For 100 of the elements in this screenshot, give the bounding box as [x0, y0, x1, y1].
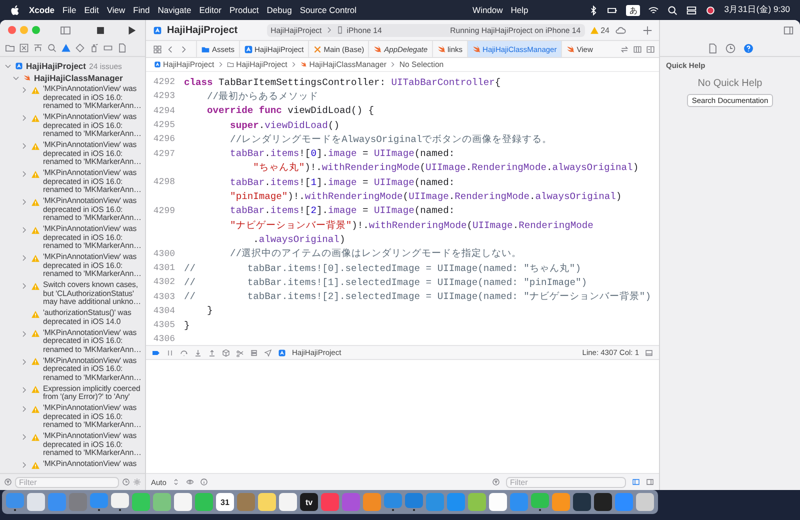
dock-app-icon[interactable] [594, 493, 612, 511]
warning-icon [31, 385, 40, 394]
control-center-icon[interactable] [686, 4, 698, 16]
hierarchy-icon[interactable] [33, 43, 43, 53]
code-line: // tabBar.items![1].selectedImage = UIImage(named: "pinImage") [184, 276, 588, 288]
cube-icon[interactable] [222, 348, 230, 356]
menu-item[interactable]: Debug [266, 5, 292, 15]
menu-item[interactable]: Help [510, 5, 528, 15]
pause-icon[interactable] [166, 348, 174, 356]
menu-item[interactable]: File [62, 5, 76, 15]
colored-circle-icon[interactable] [705, 4, 716, 16]
menu-bar-clock[interactable]: 3月31日(金) 9:30 [724, 4, 790, 16]
dock-app-icon[interactable]: tv [300, 493, 318, 511]
dock-app-icon[interactable]: 31 [216, 493, 234, 511]
inspector-toggle-icon[interactable] [783, 24, 794, 36]
code-line: tabBar.items![2].image = UIImage(named: [229, 205, 455, 216]
disclosure-chevron-icon[interactable] [20, 433, 28, 441]
dock-app-icon[interactable] [27, 493, 45, 511]
add-icon[interactable] [642, 24, 653, 36]
dock-app-icon[interactable] [489, 493, 507, 511]
step-out-icon[interactable] [208, 348, 216, 356]
step-over-icon[interactable] [180, 348, 188, 356]
filter-field[interactable]: Filter [506, 476, 626, 488]
disclosure-chevron-icon[interactable] [20, 386, 28, 394]
dock-app-icon[interactable] [573, 493, 591, 511]
disclosure-chevron-icon[interactable] [20, 86, 28, 94]
menu-item[interactable]: Editor [199, 5, 222, 15]
panel-toggle-icon[interactable] [645, 348, 653, 356]
project-name[interactable]: HajiHajiProject [26, 61, 86, 71]
dock-app-icon[interactable] [258, 493, 276, 511]
cloud-icon[interactable] [614, 24, 626, 36]
disclosure-chevron-icon[interactable] [20, 330, 28, 338]
stop-icon[interactable] [95, 24, 106, 36]
line-number: 4306 [152, 334, 175, 344]
apple-logo-icon[interactable] [10, 4, 21, 16]
app-project-icon [278, 348, 286, 356]
disclosure-chevron-icon[interactable] [20, 254, 28, 262]
warning-icon [31, 357, 40, 366]
close-window-button[interactable] [8, 26, 16, 34]
warning-icon [31, 86, 40, 94]
app-menu[interactable]: Xcode [29, 5, 55, 15]
menu-item[interactable]: Window [472, 5, 503, 15]
add-pane-icon[interactable] [646, 44, 655, 54]
columns-icon[interactable] [633, 44, 642, 54]
filter-field[interactable]: Filter [15, 476, 119, 488]
help-icon[interactable] [742, 42, 754, 54]
warning-icon[interactable] [61, 43, 71, 53]
disclosure-chevron-icon[interactable] [20, 114, 28, 122]
disclosure-chevron-icon[interactable] [20, 142, 28, 150]
zoom-window-button[interactable] [32, 26, 40, 34]
menu-item[interactable]: Source Control [300, 5, 357, 15]
document-icon[interactable] [117, 43, 127, 53]
dock-app-icon[interactable] [279, 493, 297, 511]
diamond-icon[interactable] [75, 43, 85, 53]
disclosure-chevron-icon[interactable] [20, 170, 28, 178]
warning-icon [31, 404, 40, 414]
line-number: 4302 [152, 277, 175, 288]
up-down-chevron-icon[interactable] [172, 478, 180, 486]
gear-icon[interactable] [133, 478, 141, 486]
clock-icon[interactable] [122, 478, 130, 486]
info-icon[interactable] [200, 478, 208, 486]
stack-icon[interactable] [250, 348, 258, 356]
scissors-icon[interactable] [236, 348, 244, 356]
input-source-indicator[interactable]: あ [626, 4, 640, 16]
code-line: //レンダリングモードをAlwaysOriginalでボタンの画像を登録する。 [229, 132, 552, 146]
disclosure-chevron-icon[interactable] [20, 358, 28, 366]
wifi-icon[interactable] [648, 4, 660, 16]
disclosure-chevron-icon[interactable] [20, 226, 28, 234]
menu-item[interactable]: Navigate [158, 5, 192, 15]
dock-app-icon[interactable] [174, 493, 192, 511]
spray-can-icon[interactable] [89, 43, 99, 53]
grid-icon[interactable] [153, 44, 162, 54]
left-panel-icon[interactable] [632, 478, 640, 486]
menu-item[interactable]: Find [133, 5, 150, 15]
sidebar-toggle-icon[interactable] [60, 24, 71, 36]
menu-item[interactable]: Product [229, 5, 259, 15]
dock-app-icon[interactable] [636, 493, 654, 511]
swap-arrows-icon[interactable] [620, 44, 629, 54]
code-line: // tabBar.items![2].selectedImage = UIImage(named: "ナビゲーションバー背景") [184, 290, 651, 304]
step-in-icon[interactable] [194, 348, 202, 356]
folder-icon[interactable] [5, 43, 15, 53]
disclosure-chevron-icon[interactable] [20, 198, 28, 206]
location-arrow-icon[interactable] [264, 348, 272, 356]
breakpoints-icon[interactable] [152, 348, 160, 356]
filter-icon[interactable] [4, 478, 12, 486]
eye-icon[interactable] [186, 478, 194, 486]
dock-app-icon[interactable] [111, 493, 129, 508]
run-icon[interactable] [126, 24, 137, 36]
filter-icon[interactable] [492, 478, 500, 486]
right-panel-icon[interactable] [646, 478, 654, 486]
disclosure-chevron-icon[interactable] [20, 405, 28, 413]
disclosure-chevron-icon[interactable] [20, 282, 28, 290]
warning-count-button[interactable]: 24 [590, 26, 610, 34]
disclosure-chevron-icon[interactable] [20, 461, 28, 469]
document-icon[interactable] [706, 42, 718, 54]
menu-item[interactable]: Edit [84, 5, 99, 15]
history-icon[interactable] [724, 42, 736, 54]
file-name[interactable]: HajiHajiClassManager [34, 73, 123, 83]
menu-item[interactable]: View [106, 5, 126, 15]
chevron-right-icon [217, 61, 224, 68]
